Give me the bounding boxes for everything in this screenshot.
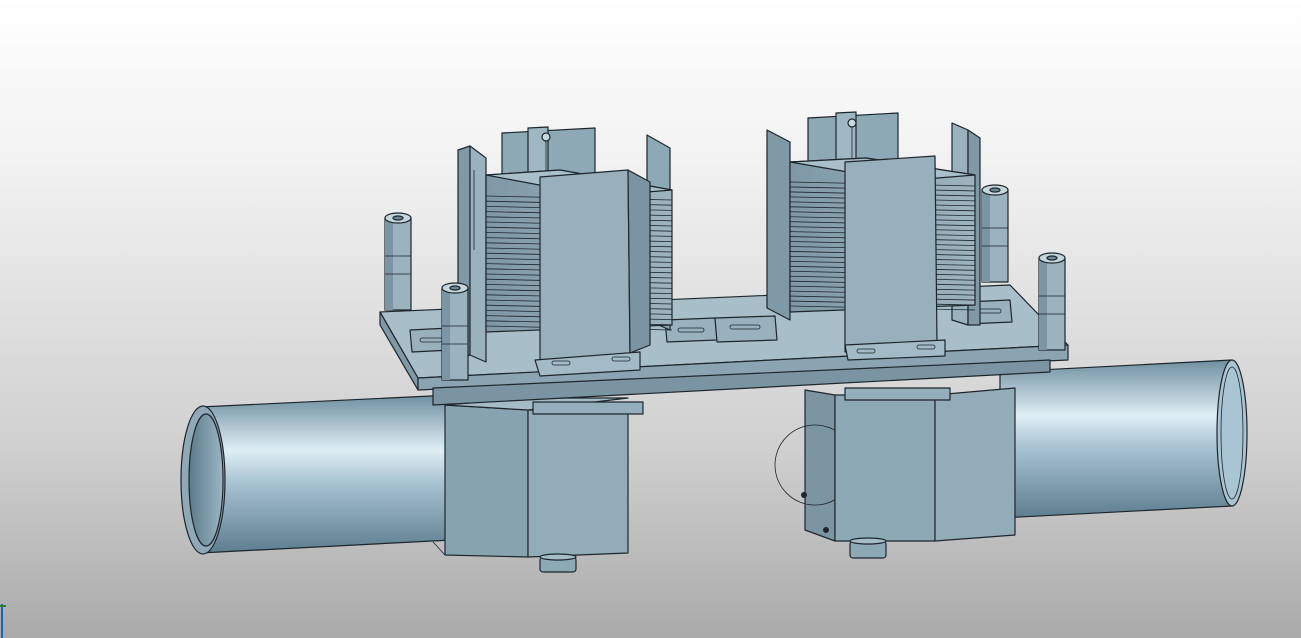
cad-model-view[interactable] <box>0 0 1301 638</box>
standoff-post <box>1038 252 1066 351</box>
right-pipe <box>999 359 1248 519</box>
right-fan-block <box>774 387 1016 559</box>
standoff-post <box>441 282 469 381</box>
axis-triad-icon <box>0 604 6 638</box>
cad-3d-viewport[interactable] <box>0 0 1301 638</box>
standoff-post <box>981 184 1009 283</box>
left-pipe <box>180 394 453 555</box>
standoff-post <box>384 212 412 311</box>
left-fan-block <box>432 397 644 573</box>
